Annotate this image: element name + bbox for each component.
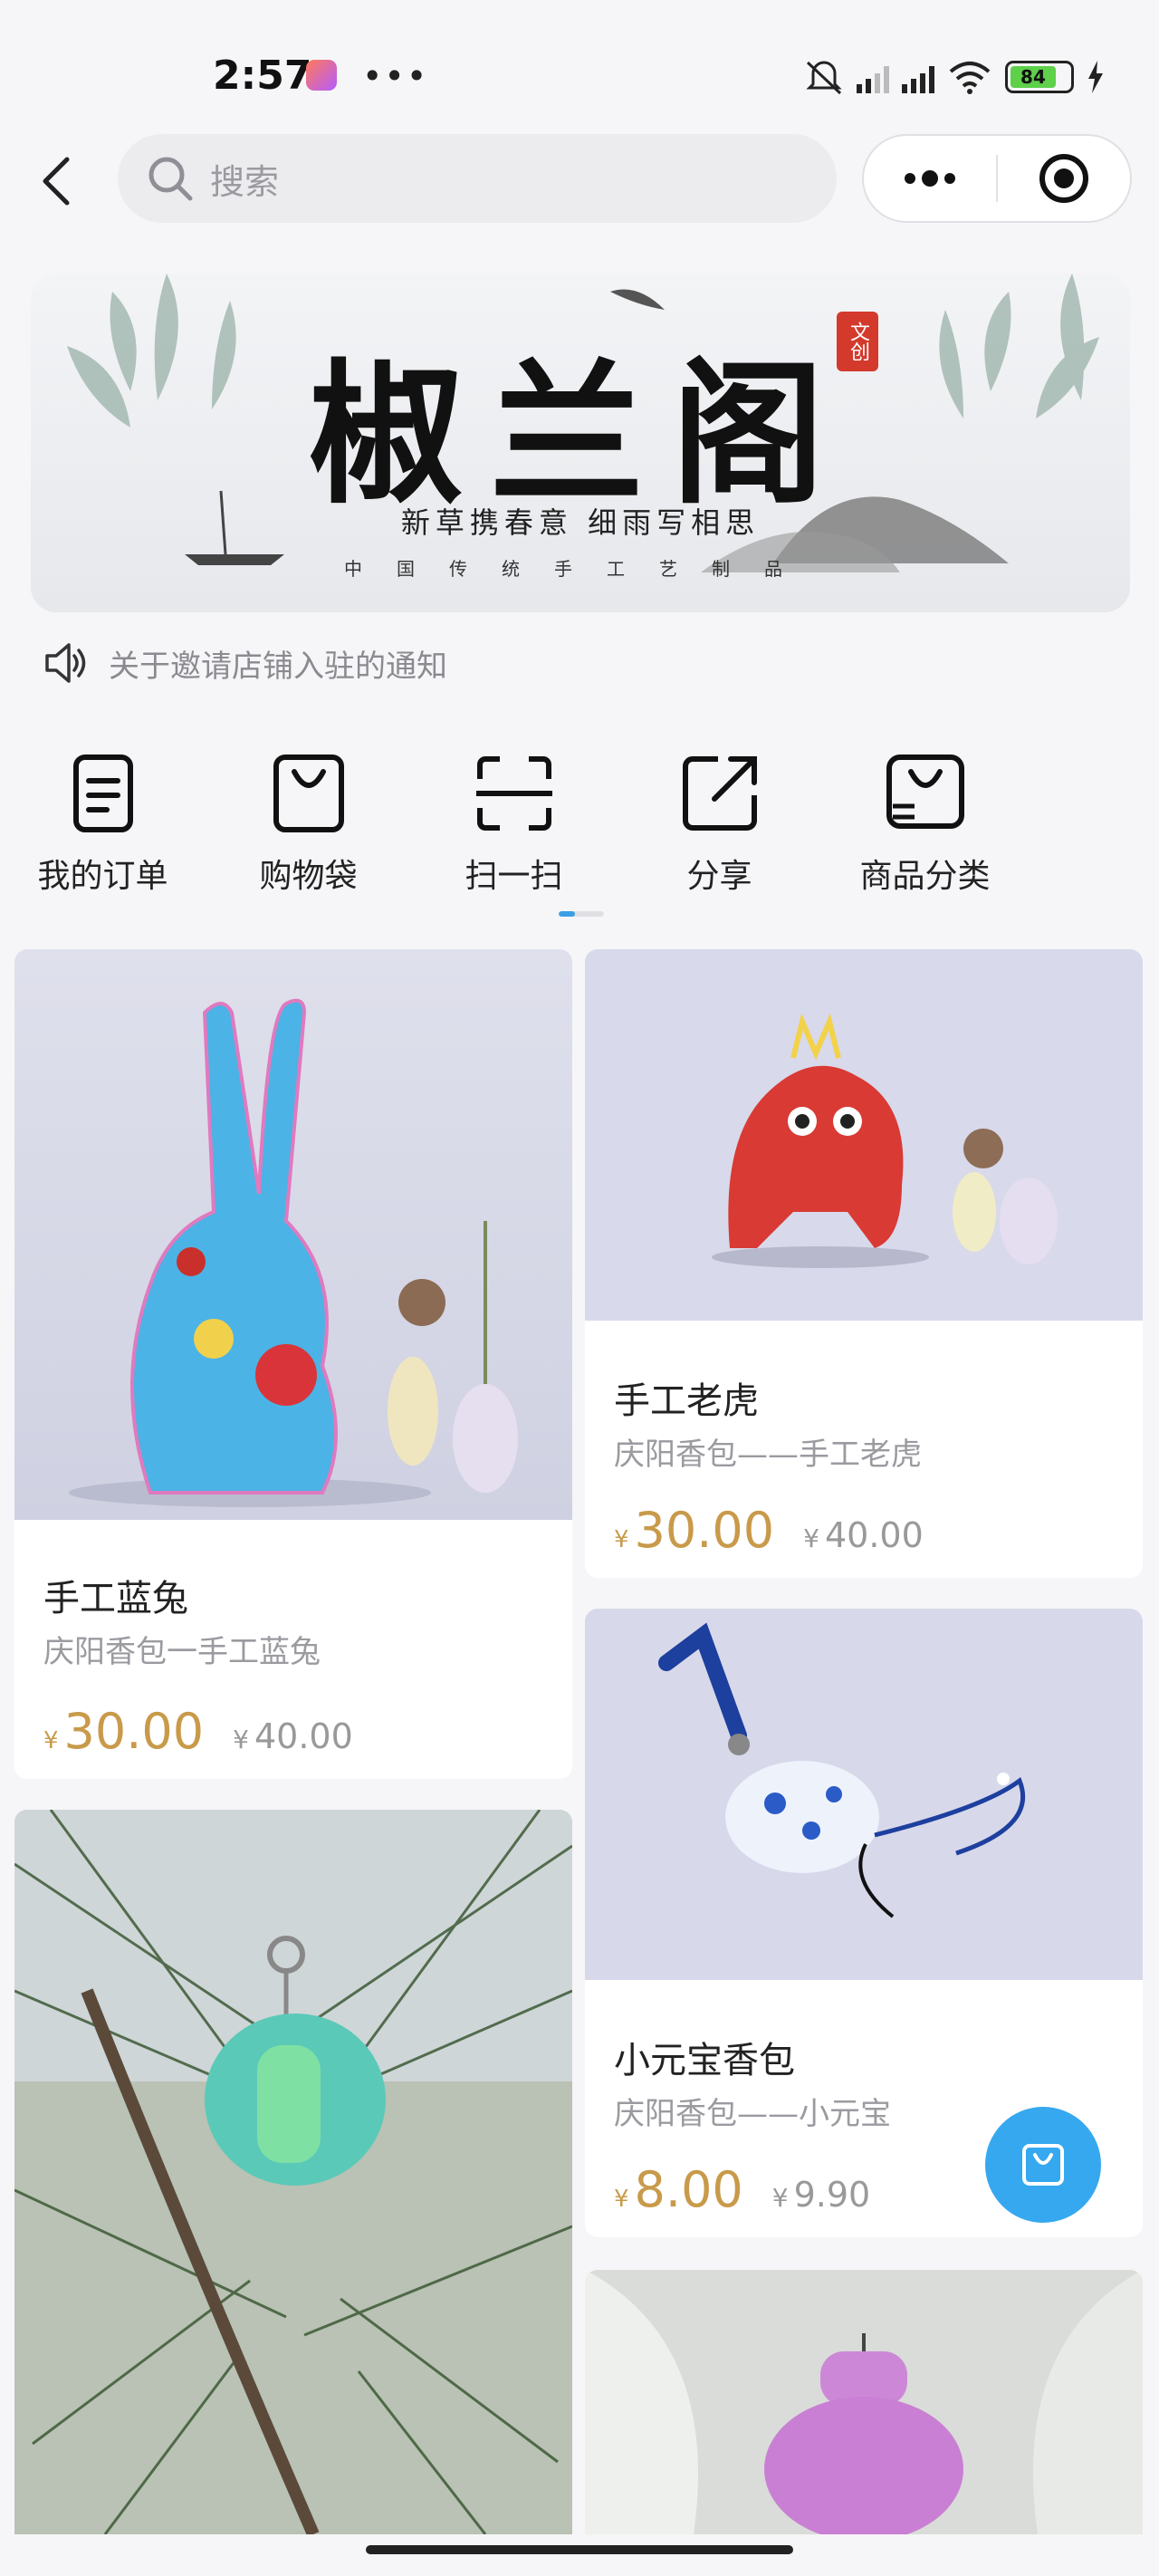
back-arrow-icon[interactable] bbox=[34, 154, 81, 208]
currency-symbol: ¥ bbox=[43, 1727, 59, 1754]
app-notification-icon bbox=[306, 60, 337, 91]
product-image-tiger bbox=[585, 949, 1143, 1321]
menu-page-indicator bbox=[559, 911, 604, 917]
home-indicator bbox=[366, 2545, 793, 2554]
menu-label-category: 商品分类 bbox=[859, 858, 991, 895]
charging-icon bbox=[1088, 61, 1103, 93]
status-bar: 2:57 ••• 84 bbox=[0, 0, 1159, 136]
product-title: 手工蓝兔 bbox=[43, 1578, 188, 1620]
share-icon bbox=[682, 756, 757, 831]
menu-item-category[interactable]: 商品分类 bbox=[822, 752, 1028, 897]
product-subtitle: 庆阳香包——手工老虎 bbox=[614, 1437, 922, 1473]
product-title: 手工老虎 bbox=[614, 1380, 759, 1422]
mute-icon bbox=[806, 61, 842, 95]
product-image-ingot-sachet bbox=[585, 1609, 1143, 1980]
original-currency-symbol: ¥ bbox=[233, 1725, 249, 1754]
menu-label-share: 分享 bbox=[686, 858, 752, 895]
more-options-button[interactable] bbox=[864, 136, 996, 221]
product-title: 小元宝香包 bbox=[614, 2040, 795, 2081]
bag-icon bbox=[273, 755, 344, 832]
product-card[interactable]: 手工老虎 庆阳香包——手工老虎 ¥ 30.00 ¥ 40.00 bbox=[585, 949, 1143, 1578]
product-card[interactable] bbox=[585, 2270, 1143, 2534]
product-image-blue-rabbit bbox=[14, 949, 572, 1520]
product-image-candle bbox=[585, 2270, 1143, 2534]
original-price: 40.00 bbox=[254, 1716, 353, 1756]
currency-symbol: ¥ bbox=[614, 2186, 629, 2213]
search-placeholder: 搜索 bbox=[210, 161, 280, 202]
original-currency-symbol: ¥ bbox=[771, 2183, 789, 2213]
product-price: ¥ 8.00 ¥ 9.90 bbox=[614, 2161, 870, 2218]
signal-2-icon bbox=[902, 61, 934, 93]
original-price: 9.90 bbox=[793, 2175, 871, 2215]
banner-subtitle: 新草携春意 细雨写相思 bbox=[400, 505, 761, 540]
sale-price: 30.00 bbox=[63, 1703, 205, 1760]
menu-item-orders[interactable]: 我的订单 bbox=[0, 752, 206, 897]
more-notifications-icon: ••• bbox=[362, 56, 429, 96]
search-icon bbox=[148, 157, 193, 201]
sale-price: 8.00 bbox=[634, 2161, 743, 2218]
product-image-crochet-keychain bbox=[14, 1810, 572, 2534]
quick-menu: 我的订单 购物袋 扫一扫 分享 商品分类 bbox=[0, 752, 1159, 906]
search-input[interactable]: 搜索 bbox=[118, 134, 837, 223]
battery-icon: 84 bbox=[1005, 61, 1074, 93]
original-currency-symbol: ¥ bbox=[803, 1523, 819, 1553]
order-icon bbox=[72, 755, 133, 832]
original-price: 40.00 bbox=[824, 1515, 924, 1555]
banner-seal: 文创 bbox=[837, 312, 878, 371]
banner-tagline: 中国传统手工艺制品 bbox=[344, 558, 817, 580]
menu-item-bag[interactable]: 购物袋 bbox=[206, 752, 411, 897]
shopping-bag-button[interactable] bbox=[985, 2107, 1101, 2223]
promo-banner[interactable]: 椒兰阁 文创 新草携春意 细雨写相思 中国传统手工艺制品 bbox=[31, 274, 1130, 612]
target-close-icon bbox=[1039, 154, 1088, 203]
notice-text: 关于邀请店铺入驻的通知 bbox=[109, 648, 447, 685]
signal-1-icon bbox=[857, 61, 889, 93]
sale-price: 30.00 bbox=[634, 1502, 775, 1559]
menu-item-share[interactable]: 分享 bbox=[617, 752, 822, 897]
menu-label-scan: 扫一扫 bbox=[465, 858, 563, 895]
speaker-icon bbox=[45, 643, 86, 683]
battery-level: 84 bbox=[1011, 66, 1056, 88]
menu-label-orders: 我的订单 bbox=[37, 858, 168, 895]
category-icon bbox=[886, 755, 964, 829]
close-miniprogram-button[interactable] bbox=[998, 136, 1130, 221]
notice-bar[interactable]: 关于邀请店铺入驻的通知 bbox=[42, 638, 447, 688]
product-price: ¥ 30.00 ¥ 40.00 bbox=[614, 1502, 924, 1559]
nav-bar: 搜索 bbox=[0, 134, 1159, 225]
menu-item-scan[interactable]: 扫一扫 bbox=[411, 752, 617, 897]
miniprogram-capsule bbox=[862, 134, 1132, 223]
status-icons: 84 bbox=[804, 54, 1105, 100]
product-card[interactable]: 手工蓝兔 庆阳香包一手工蓝兔 ¥ 30.00 ¥ 40.00 bbox=[14, 949, 572, 1779]
clock: 2:57 bbox=[213, 53, 312, 99]
more-dots-icon bbox=[905, 170, 955, 187]
wifi-icon bbox=[949, 62, 991, 94]
currency-symbol: ¥ bbox=[614, 1526, 629, 1553]
menu-label-bag: 购物袋 bbox=[259, 858, 358, 895]
product-subtitle: 庆阳香包——小元宝 bbox=[614, 2096, 891, 2132]
product-card[interactable] bbox=[14, 1810, 572, 2534]
product-subtitle: 庆阳香包一手工蓝兔 bbox=[43, 1634, 321, 1670]
scan-icon bbox=[475, 756, 552, 831]
shopping-bag-icon bbox=[1022, 2144, 1064, 2186]
product-price: ¥ 30.00 ¥ 40.00 bbox=[43, 1703, 353, 1760]
